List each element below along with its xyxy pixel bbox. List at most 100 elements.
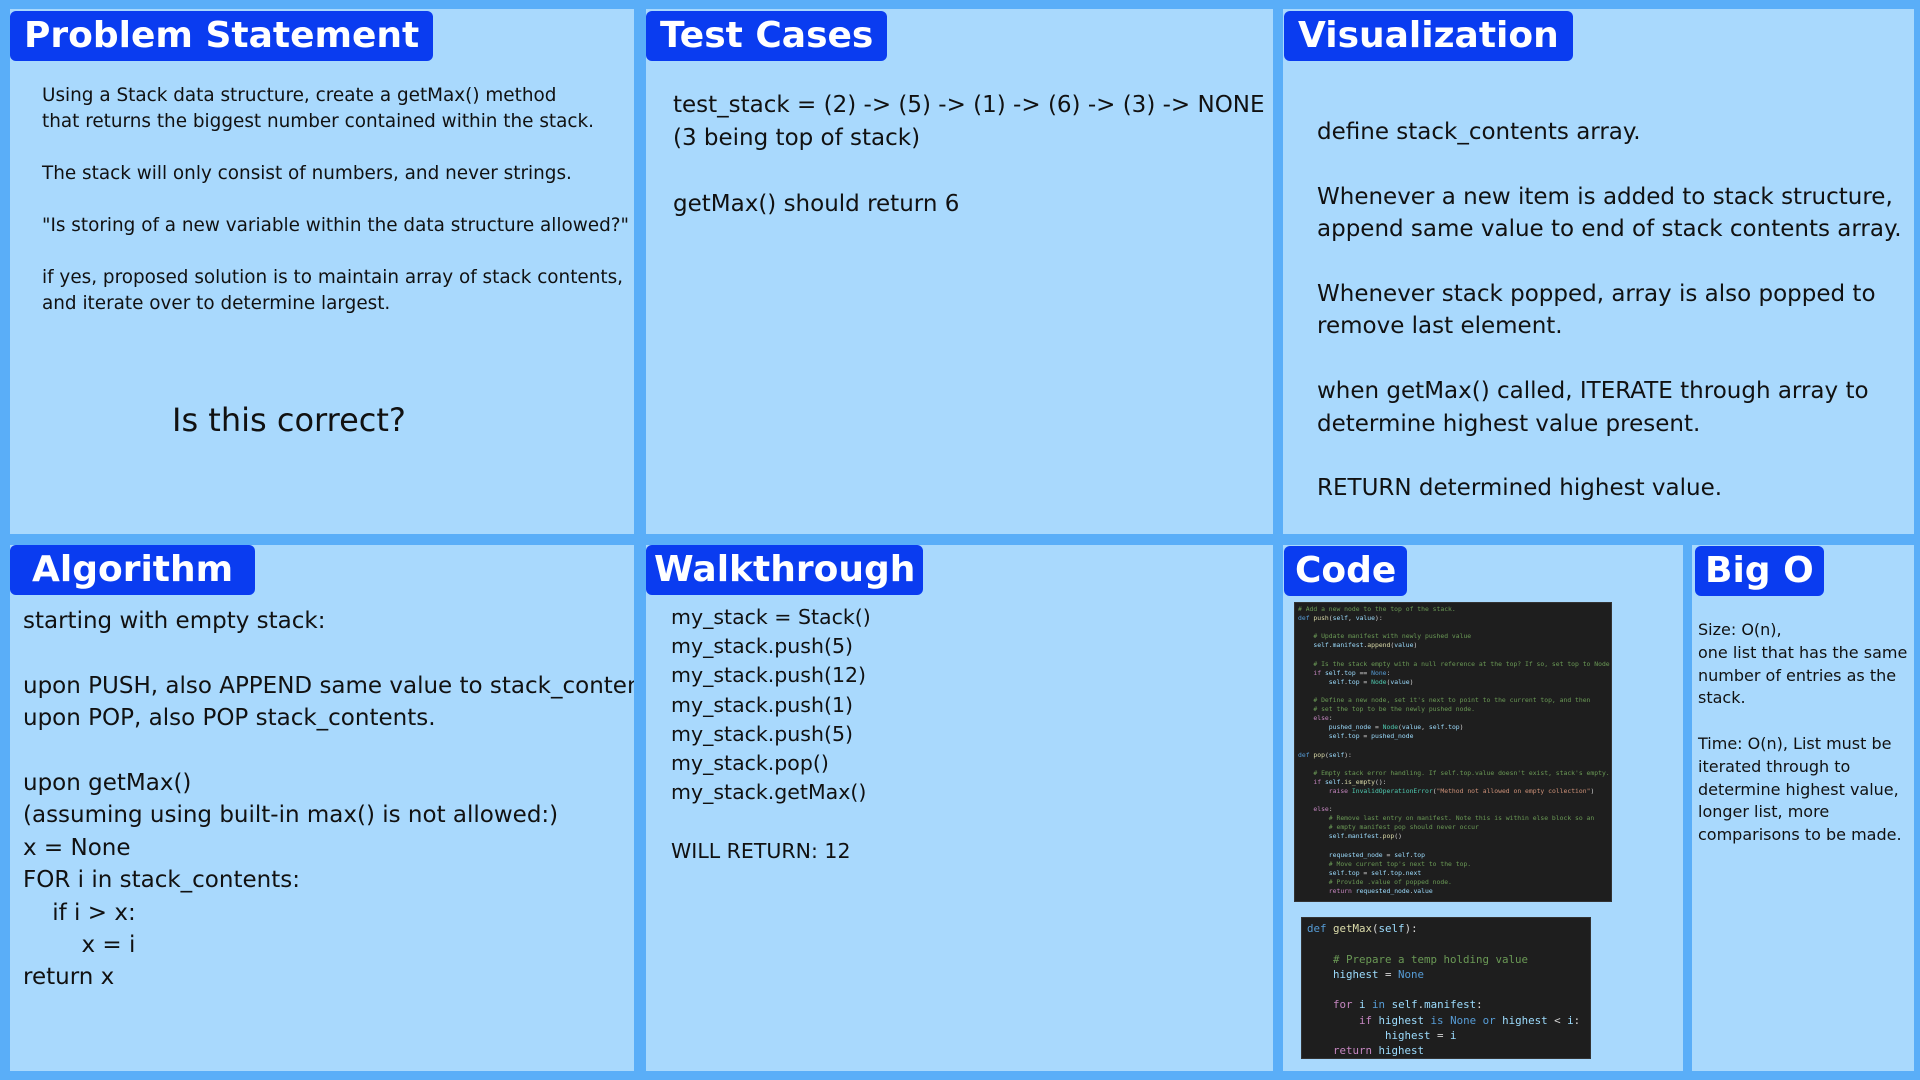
code-token: def: [1307, 922, 1334, 935]
code-line: else:: [1298, 714, 1608, 723]
text-line: if yes, proposed solution is to maintain…: [42, 267, 624, 288]
code-token: value: [1355, 614, 1375, 623]
code-token: def: [1298, 614, 1314, 623]
code-token: InvalidOperationError: [1351, 786, 1433, 795]
code-token: raise: [1328, 786, 1352, 795]
code-token: self: [1391, 998, 1418, 1012]
code-line: self.top = Node(value): [1298, 678, 1608, 687]
text-line: [42, 187, 629, 213]
code-token: ):: [1344, 750, 1352, 759]
code-token: :: [1328, 714, 1333, 723]
text-line: remove last element.: [1317, 313, 1563, 340]
problem-statement-text: Using a Stack data structure, create a g…: [42, 83, 629, 317]
code-token: self: [1328, 677, 1345, 686]
code-line: raise InvalidOperationError("Method not …: [1298, 787, 1608, 796]
code-token: ): [1409, 677, 1414, 686]
code-line: # Define a new node, set it's next to po…: [1298, 696, 1608, 705]
text-line: [42, 239, 629, 265]
code-token: is: [1424, 1013, 1451, 1027]
code-token: # Add a new node to the top of the stack…: [1298, 605, 1456, 613]
code-token: None: [1450, 1013, 1477, 1027]
code-token: # Remove last entry on manifest. Note th…: [1298, 814, 1595, 823]
text-line: getMax() should return 6: [673, 191, 960, 217]
text-line: one list that has the same: [1698, 642, 1908, 662]
panel-big-o: Big O Size: O(n), one list that has the s…: [1692, 545, 1914, 1071]
text-line: [673, 155, 1265, 188]
text-line: determine highest value present.: [1317, 410, 1701, 437]
panel-code: Code # Add a new node to the top of the …: [1283, 545, 1683, 1071]
text-line: test_stack = (2) -> (5) -> (1) -> (6) ->…: [673, 92, 1265, 118]
code-line: # empty manifest pop should never occur: [1298, 823, 1608, 832]
code-token: =: [1430, 1029, 1451, 1043]
code-token: highest: [1385, 1029, 1431, 1043]
text-line: upon POP, also POP stack_contents.: [23, 705, 436, 732]
text-line: (assuming using built-in max() is not al…: [23, 802, 559, 829]
code-token: # Define a new node, set it's next to po…: [1298, 695, 1591, 704]
code-token: ): [1459, 723, 1464, 732]
code-token: :: [1386, 668, 1391, 677]
code-token: self: [1324, 777, 1341, 786]
code-token: i: [1450, 1029, 1457, 1043]
visualization-header: Visualization: [1284, 11, 1573, 61]
code-token: # Is the stack empty with a null referen…: [1298, 659, 1612, 668]
text-line: The stack will only consist of numbers, …: [42, 163, 572, 184]
code-token: =: [1359, 677, 1372, 686]
code-screenshot-getmax: def getMax(self): # Prepare a temp holdi…: [1301, 917, 1591, 1059]
code-token: ):: [1404, 922, 1418, 935]
code-token: value: [1413, 886, 1433, 895]
code-line: if self.is_empty():: [1298, 778, 1608, 787]
text-line: my_stack.push(5): [671, 634, 854, 659]
code-token: self: [1378, 922, 1405, 935]
code-token: self: [1394, 850, 1410, 859]
code-line: def pop(self):: [1298, 751, 1608, 760]
code-token: push: [1313, 614, 1329, 623]
code-token: ): [1590, 786, 1595, 795]
code-line: self.top = pushed_node: [1298, 732, 1608, 741]
code-token: manifest: [1348, 832, 1379, 841]
text-line: [1317, 246, 1902, 278]
code-token: highest: [1333, 967, 1379, 981]
code-token: =: [1382, 850, 1395, 859]
panel-problem-statement: Problem Statement Using a Stack data str…: [10, 9, 634, 534]
code-token: pop: [1313, 750, 1325, 759]
text-line: starting with empty stack:: [23, 608, 326, 634]
code-token: ): [1413, 641, 1418, 650]
code-line: else:: [1298, 805, 1608, 814]
algorithm-text: starting with empty stack: upon PUSH, al…: [23, 605, 634, 994]
text-line: upon getMax(): [23, 770, 192, 797]
code-token: manifest: [1424, 998, 1477, 1012]
code-token: ):: [1374, 614, 1383, 623]
code-line: self.manifest.pop(): [1298, 832, 1608, 841]
code-line: # Move current top's next to the top.: [1298, 860, 1608, 869]
code-token: ,: [1421, 723, 1429, 732]
code-token: if: [1313, 668, 1325, 677]
code-token: None: [1371, 668, 1387, 677]
code-token: :: [1328, 805, 1333, 814]
code-token: highest: [1378, 1013, 1425, 1027]
code-line: requested_node = self.top: [1298, 851, 1608, 860]
code-token: is_empty: [1344, 777, 1375, 786]
code-token: highest: [1378, 1044, 1425, 1058]
text-line: my_stack.getMax(): [671, 780, 867, 805]
text-line: stack.: [1698, 688, 1746, 708]
code-token: ==: [1355, 668, 1372, 677]
text-line: when getMax() called, ITERATE through ar…: [1317, 378, 1869, 405]
code-line: for i in self.manifest:: [1307, 997, 1585, 1012]
code-line: return highest: [1307, 1043, 1585, 1058]
